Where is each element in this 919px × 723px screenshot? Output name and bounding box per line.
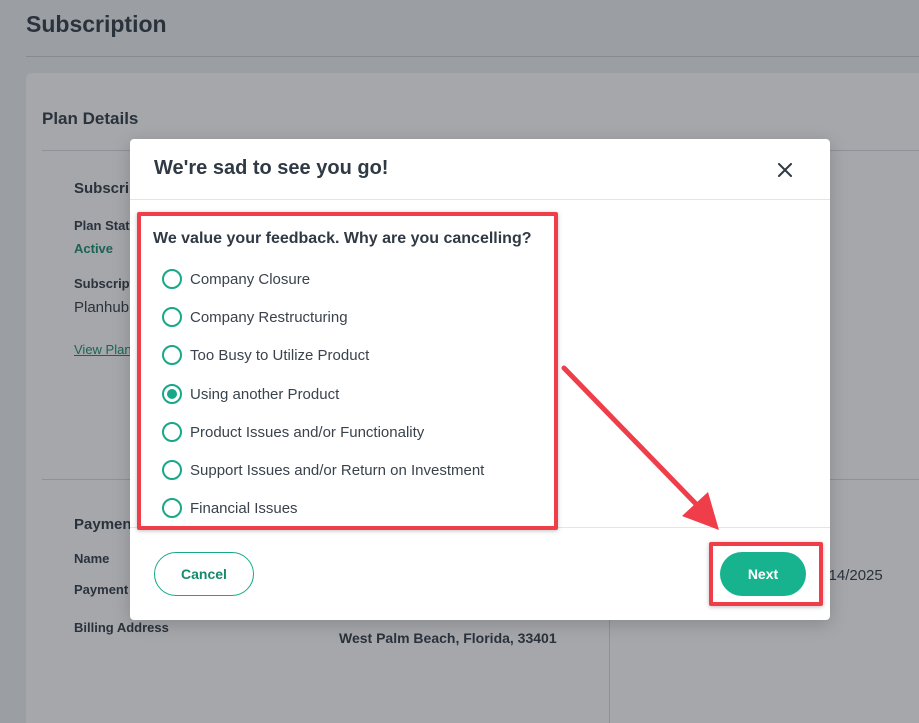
- radio-button[interactable]: [162, 384, 182, 404]
- reason-label: Company Restructuring: [190, 308, 348, 326]
- reason-option-company-restructuring[interactable]: Company Restructuring: [162, 305, 522, 329]
- reason-label: Company Closure: [190, 270, 311, 288]
- reason-option-too-busy[interactable]: Too Busy to Utilize Product: [162, 343, 522, 367]
- reason-label: Product Issues and/or Functionality: [190, 423, 425, 441]
- close-button[interactable]: [770, 155, 800, 185]
- reason-label: Using another Product: [190, 385, 340, 403]
- reason-option-company-closure[interactable]: Company Closure: [162, 267, 522, 291]
- cancel-subscription-modal: We're sad to see you go! We value your f…: [130, 139, 830, 620]
- reason-option-financial-issues[interactable]: Financial Issues: [162, 496, 522, 520]
- feedback-question: We value your feedback. Why are you canc…: [153, 230, 532, 247]
- reason-option-support-issues[interactable]: Support Issues and/or Return on Investme…: [162, 458, 522, 482]
- radio-button[interactable]: [162, 269, 182, 289]
- radio-button[interactable]: [162, 422, 182, 442]
- reason-label: Financial Issues: [190, 499, 298, 517]
- cancel-button[interactable]: Cancel: [154, 552, 254, 596]
- radio-button[interactable]: [162, 498, 182, 518]
- reason-option-using-another-product[interactable]: Using another Product: [162, 382, 522, 406]
- radio-button[interactable]: [162, 460, 182, 480]
- modal-title: We're sad to see you go!: [154, 157, 389, 179]
- reason-label: Too Busy to Utilize Product: [190, 346, 370, 364]
- radio-button[interactable]: [162, 307, 182, 327]
- close-icon: [778, 163, 792, 177]
- modal-footer-divider: [130, 527, 830, 528]
- reason-label: Support Issues and/or Return on Investme…: [190, 461, 485, 479]
- radio-button[interactable]: [162, 345, 182, 365]
- modal-header-divider: [130, 199, 830, 200]
- reason-option-product-issues[interactable]: Product Issues and/or Functionality: [162, 420, 522, 444]
- next-button[interactable]: Next: [720, 552, 806, 596]
